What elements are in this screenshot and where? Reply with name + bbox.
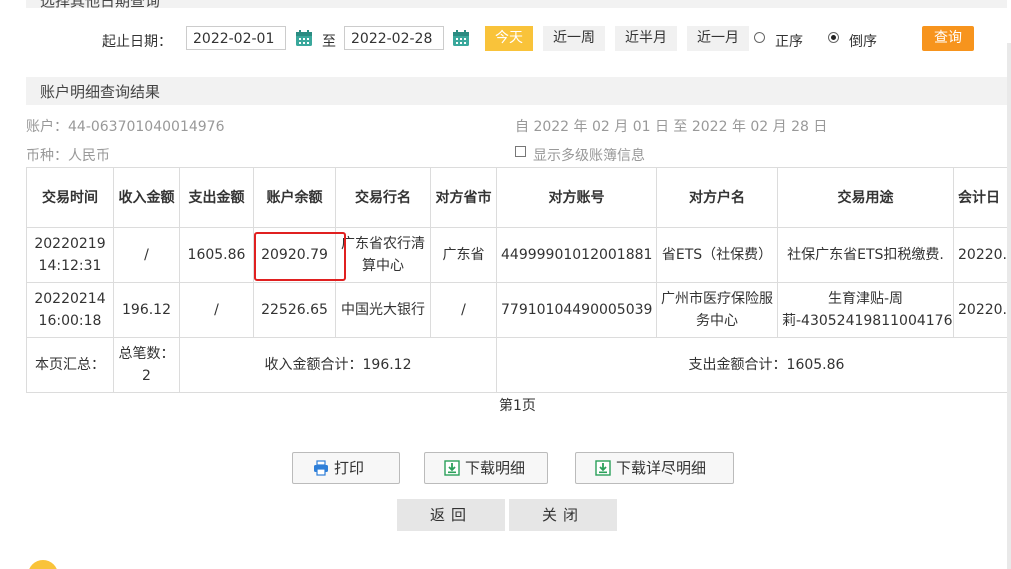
highlight-balance-box [254,232,346,281]
ascending-label: 正序 [775,34,803,50]
cell-income: 196.12 [113,282,180,338]
header-expense: 支出金额 [179,167,254,228]
back-button[interactable]: 返回 [397,499,505,531]
download-icon [444,460,460,476]
cell-province: 广东省 [430,227,497,283]
cell-accounting-date: 20220... [953,282,1011,338]
cell-purpose: 社保广东省ETS扣税缴费. [777,227,954,283]
query-section-header: 选择其他日期查询 [26,0,1007,10]
end-date-input[interactable]: 2022-02-28 [344,26,444,50]
print-label: 打印 [334,459,365,477]
results-section-header: 账户明细查询结果 [26,77,1007,105]
results-section-title: 账户明细查询结果 [40,83,161,101]
cell-expense: / [179,282,254,338]
header-transaction-time: 交易时间 [26,167,114,228]
cell-bank-name: 广东省农行清算中心 [335,227,431,283]
cell-counterparty-account: 77910104490005039 [496,282,657,338]
page-indicator: 第1页 [499,398,536,414]
header-province: 对方省市 [430,167,497,228]
floating-help-icon[interactable] [28,560,58,569]
calendar-icon[interactable] [452,29,470,47]
download-button[interactable]: 下载明细 [424,452,548,484]
page-total-label: 本页汇总： [26,337,114,393]
income-total: 收入金额合计：196.12 [179,337,497,393]
download-icon [595,460,611,476]
print-button[interactable]: 打印 [292,452,400,484]
header-purpose: 交易用途 [777,167,954,228]
date-range-label: 起止日期： [102,34,172,50]
last-month-button[interactable]: 近一月 [687,26,749,51]
download-detail-button[interactable]: 下载详尽明细 [575,452,734,484]
table-header-row: 交易时间 收入金额 支出金额 账户余额 交易行名 对方省市 对方账号 对方户名 … [26,167,1011,228]
download-detail-label: 下载详尽明细 [616,459,707,477]
table-summary-row: 本页汇总： 总笔数：2 收入金额合计：196.12 支出金额合计：1605.86 [26,337,1011,393]
cell-counterparty-account: 44999901012001881 [496,227,657,283]
header-counterparty-account: 对方账号 [496,167,657,228]
cell-income: / [113,227,180,283]
cell-province: / [430,282,497,338]
cell-counterparty-name: 广州市医疗保险服务中心 [656,282,778,338]
multi-ledger-label: 显示多级账簿信息 [533,148,645,164]
cell-purpose: 生育津贴-周莉-430524198110041765. [777,282,954,338]
cell-expense: 1605.86 [179,227,254,283]
query-button[interactable]: 查询 [922,26,974,51]
header-accounting-date: 会计日 [953,167,1011,228]
cell-transaction-time: 20220219 14:12:31 [26,227,114,283]
start-date-input[interactable]: 2022-02-01 [186,26,286,50]
printer-icon [314,460,328,476]
scrollbar-track[interactable] [1007,43,1011,569]
expense-total: 支出金额合计：1605.86 [496,337,1011,393]
account-number: 账户：44-063701040014976 [26,119,225,135]
currency-label: 币种：人民币 [26,148,110,164]
header-counterparty-name: 对方户名 [656,167,778,228]
table-row: 20220219 14:12:31 / 1605.86 20920.79 广东省… [26,227,1011,283]
transaction-table: 交易时间 收入金额 支出金额 账户余额 交易行名 对方省市 对方账号 对方户名 … [26,167,1011,393]
query-section-title: 选择其他日期查询 [40,0,161,10]
today-button[interactable]: 今天 [485,26,533,51]
descending-label: 倒序 [849,34,877,50]
close-button[interactable]: 关闭 [509,499,617,531]
header-balance: 账户余额 [253,167,336,228]
download-label: 下载明细 [465,459,526,477]
total-count: 总笔数：2 [113,337,180,393]
calendar-icon[interactable] [295,29,313,47]
header-income: 收入金额 [113,167,180,228]
last-week-button[interactable]: 近一周 [543,26,605,51]
multi-ledger-checkbox[interactable] [515,146,526,157]
cell-balance: 22526.65 [253,282,336,338]
cell-counterparty-name: 省ETS（社保费） [656,227,778,283]
cell-accounting-date: 20220... [953,227,1011,283]
cell-bank-name: 中国光大银行 [335,282,431,338]
query-period: 自 2022 年 02 月 01 日 至 2022 年 02 月 28 日 [515,119,828,135]
last-half-month-button[interactable]: 近半月 [615,26,677,51]
date-to-label: 至 [322,34,336,50]
table-row: 20220214 16:00:18 196.12 / 22526.65 中国光大… [26,282,1011,338]
cell-transaction-time: 20220214 16:00:18 [26,282,114,338]
descending-radio[interactable] [828,32,839,43]
header-bank-name: 交易行名 [335,167,431,228]
ascending-radio[interactable] [754,32,765,43]
